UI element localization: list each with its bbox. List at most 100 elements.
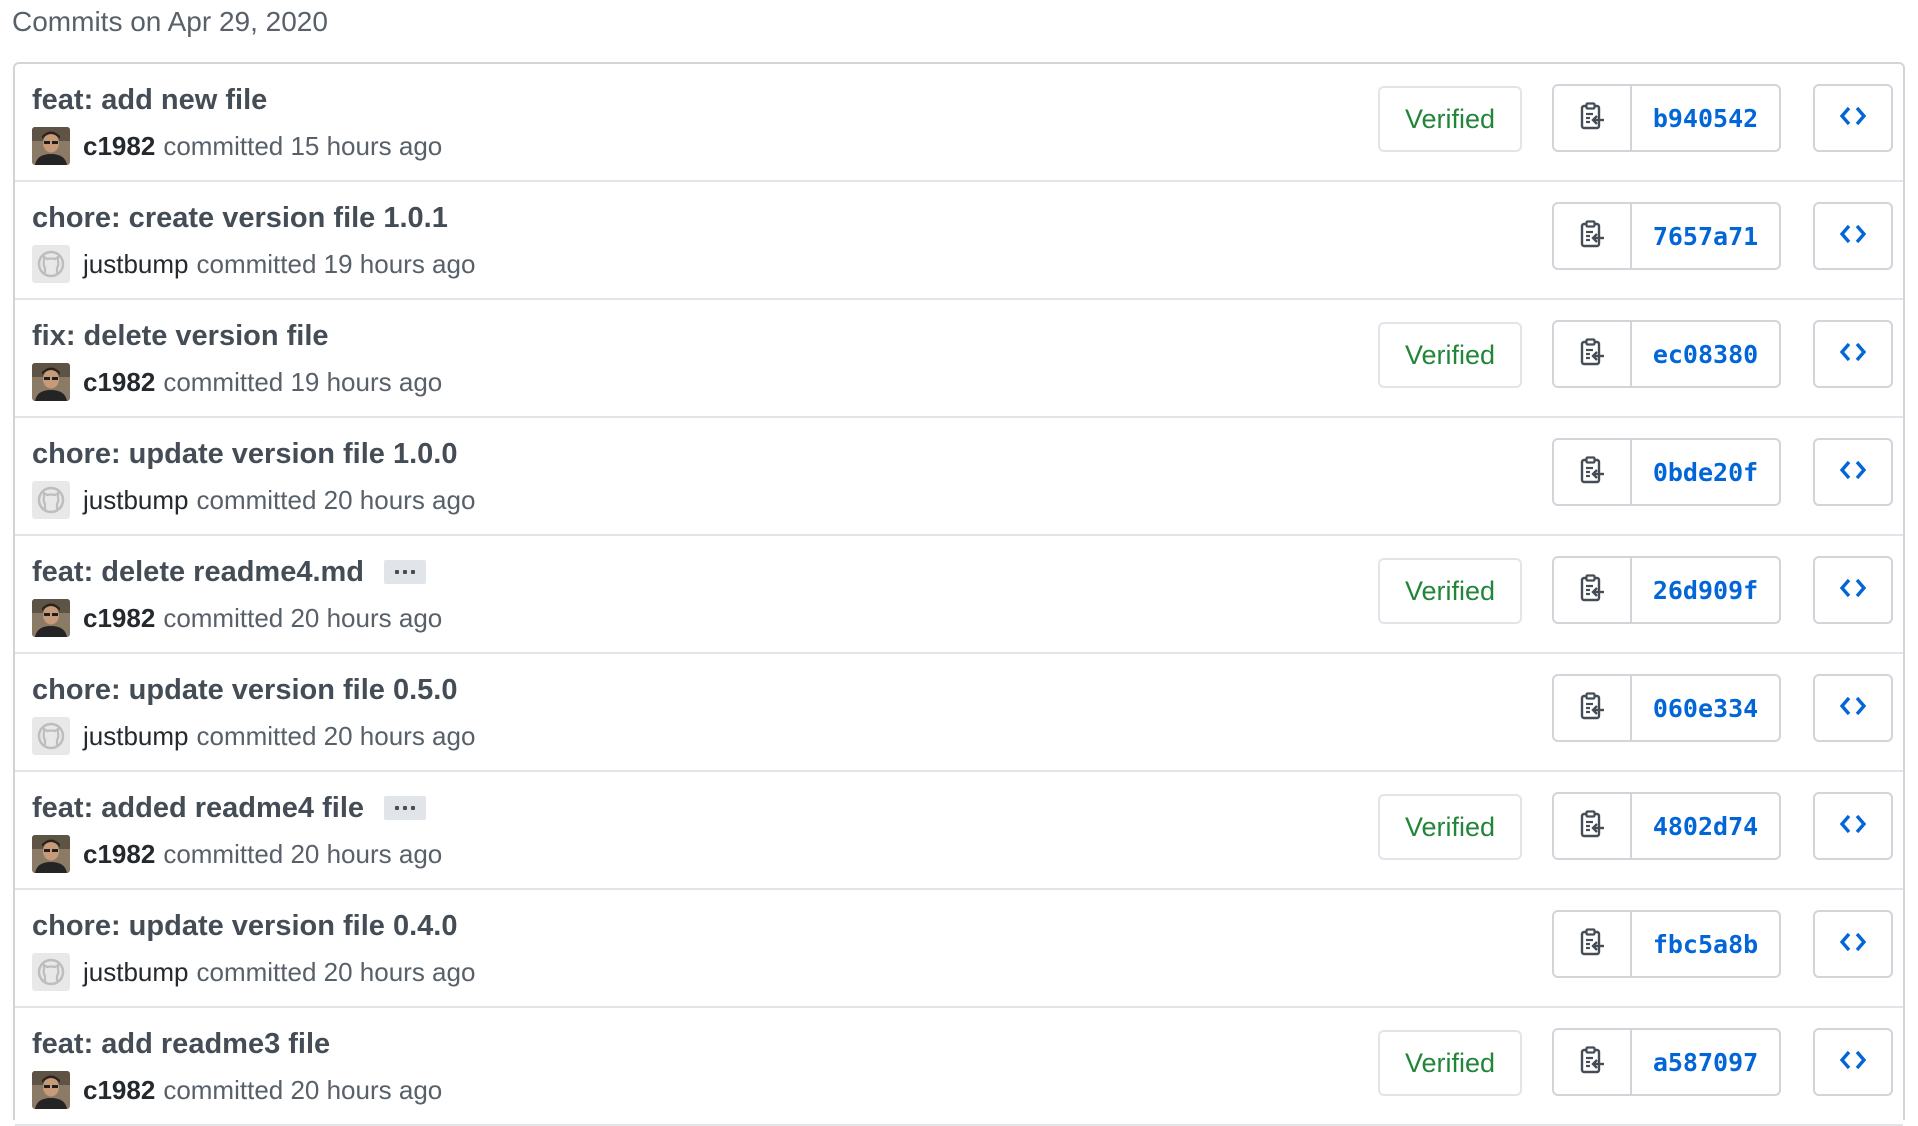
- c1982-photo-avatar[interactable]: [32, 363, 70, 401]
- commit-sha-link[interactable]: fbc5a8b: [1632, 912, 1779, 976]
- browse-repository-button[interactable]: [1813, 320, 1893, 388]
- commit-sha-link[interactable]: 26d909f: [1632, 558, 1779, 622]
- code-brackets-icon: [1839, 459, 1867, 486]
- author-link[interactable]: c1982: [83, 603, 155, 634]
- copy-sha-button[interactable]: [1554, 912, 1632, 976]
- ellipsis-dot: [403, 806, 407, 810]
- commit-row-ec08380: fix: delete version file c1982 committed…: [15, 300, 1903, 418]
- sha-button-group: b940542: [1552, 84, 1781, 152]
- ellipsis-dot: [403, 570, 408, 574]
- browse-repository-button[interactable]: [1813, 1028, 1893, 1096]
- copy-sha-button[interactable]: [1554, 204, 1632, 268]
- author-link[interactable]: justbump: [83, 957, 189, 988]
- github-default-avatar-image: [32, 481, 70, 519]
- github-default-avatar[interactable]: [32, 717, 70, 755]
- commit-title-group: feat: add new file: [32, 82, 267, 118]
- commit-meta: c1982 committed 20 hours ago: [32, 1070, 442, 1110]
- commit-title-link[interactable]: feat: add readme3 file: [32, 1026, 330, 1062]
- verified-badge[interactable]: Verified: [1378, 1030, 1522, 1096]
- commit-title-link[interactable]: chore: update version file 0.4.0: [32, 908, 457, 944]
- commit-time: committed 19 hours ago: [196, 248, 476, 279]
- commit-title-group: chore: update version file 0.4.0: [32, 908, 457, 944]
- commit-meta: justbump committed 19 hours ago: [32, 244, 475, 284]
- commit-title-link[interactable]: fix: delete version file: [32, 318, 329, 354]
- commit-title-link[interactable]: chore: create version file 1.0.1: [32, 200, 448, 236]
- commit-sha-link[interactable]: 060e334: [1632, 676, 1779, 740]
- commit-sha-link[interactable]: 7657a71: [1632, 204, 1779, 268]
- copy-sha-button[interactable]: [1554, 440, 1632, 504]
- browse-repository-button[interactable]: [1813, 556, 1893, 624]
- author-link[interactable]: justbump: [83, 721, 189, 752]
- github-default-avatar-image: [32, 245, 70, 283]
- commit-title-group: fix: delete version file: [32, 318, 329, 354]
- commit-title-group: chore: update version file 1.0.0: [32, 436, 457, 472]
- commit-title-link[interactable]: chore: update version file 1.0.0: [32, 436, 457, 472]
- sha-button-group: fbc5a8b: [1552, 910, 1781, 978]
- verified-badge[interactable]: Verified: [1378, 322, 1522, 388]
- c1982-photo-avatar[interactable]: [32, 599, 70, 637]
- commit-sha-link[interactable]: 0bde20f: [1632, 440, 1779, 504]
- clipboard-copy-icon: [1578, 337, 1606, 372]
- author-link[interactable]: c1982: [83, 131, 155, 162]
- clipboard-copy-icon: [1578, 101, 1606, 136]
- commit-row-26d909f: feat: delete readme4.md c1982 committed …: [15, 536, 1903, 654]
- browse-repository-button[interactable]: [1813, 202, 1893, 270]
- copy-sha-button[interactable]: [1554, 794, 1632, 858]
- clipboard-copy-icon: [1578, 927, 1606, 962]
- commit-title-link[interactable]: feat: added readme4 file: [32, 790, 364, 826]
- author-link[interactable]: c1982: [83, 1075, 155, 1106]
- commit-title-group: chore: update version file 0.5.0: [32, 672, 457, 708]
- github-default-avatar[interactable]: [32, 481, 70, 519]
- commit-title-group: chore: create version file 1.0.1: [32, 200, 448, 236]
- clipboard-copy-icon: [1578, 219, 1606, 254]
- c1982-photo-avatar-image: [32, 363, 70, 401]
- author-link[interactable]: justbump: [83, 485, 189, 516]
- commit-row-a587097: feat: add readme3 file c1982 committed 2…: [15, 1008, 1903, 1126]
- c1982-photo-avatar[interactable]: [32, 835, 70, 873]
- sha-button-group: a587097: [1552, 1028, 1781, 1096]
- c1982-photo-avatar[interactable]: [32, 1071, 70, 1109]
- commit-title-link[interactable]: chore: update version file 0.5.0: [32, 672, 457, 708]
- copy-sha-button[interactable]: [1554, 558, 1632, 622]
- clipboard-copy-icon: [1578, 809, 1606, 844]
- ellipsis-dot: [395, 806, 399, 810]
- browse-repository-button[interactable]: [1813, 910, 1893, 978]
- commit-title-link[interactable]: feat: delete readme4.md: [32, 554, 364, 590]
- commit-title-group: feat: added readme4 file: [32, 790, 426, 826]
- commit-title-group: feat: add readme3 file: [32, 1026, 330, 1062]
- commit-sha-link[interactable]: b940542: [1632, 86, 1779, 150]
- verified-badge[interactable]: Verified: [1378, 86, 1522, 152]
- commit-meta: c1982 committed 20 hours ago: [32, 834, 442, 874]
- sha-button-group: 060e334: [1552, 674, 1781, 742]
- author-link[interactable]: c1982: [83, 839, 155, 870]
- expand-commit-message-button[interactable]: [384, 560, 427, 584]
- author-link[interactable]: c1982: [83, 367, 155, 398]
- copy-sha-button[interactable]: [1554, 1030, 1632, 1094]
- browse-repository-button[interactable]: [1813, 674, 1893, 742]
- browse-repository-button[interactable]: [1813, 792, 1893, 860]
- copy-sha-button[interactable]: [1554, 322, 1632, 386]
- commit-title-link[interactable]: feat: add new file: [32, 82, 267, 118]
- commit-row-060e334: chore: update version file 0.5.0 justbum…: [15, 654, 1903, 772]
- copy-sha-button[interactable]: [1554, 676, 1632, 740]
- commit-sha-link[interactable]: ec08380: [1632, 322, 1779, 386]
- author-link[interactable]: justbump: [83, 249, 189, 280]
- c1982-photo-avatar-image: [32, 1071, 70, 1109]
- commit-meta: c1982 committed 20 hours ago: [32, 598, 442, 638]
- commit-time: committed 20 hours ago: [163, 602, 443, 633]
- expand-commit-message-button[interactable]: [384, 796, 426, 820]
- commit-time: committed 20 hours ago: [163, 838, 443, 869]
- ellipsis-dot: [411, 570, 416, 574]
- verified-badge[interactable]: Verified: [1378, 794, 1522, 860]
- browse-repository-button[interactable]: [1813, 438, 1893, 506]
- browse-repository-button[interactable]: [1813, 84, 1893, 152]
- ellipsis-dot: [411, 806, 415, 810]
- commit-row-0bde20f: chore: update version file 1.0.0 justbum…: [15, 418, 1903, 536]
- c1982-photo-avatar[interactable]: [32, 127, 70, 165]
- copy-sha-button[interactable]: [1554, 86, 1632, 150]
- verified-badge[interactable]: Verified: [1378, 558, 1522, 624]
- github-default-avatar[interactable]: [32, 953, 70, 991]
- commit-sha-link[interactable]: 4802d74: [1632, 794, 1779, 858]
- commit-sha-link[interactable]: a587097: [1632, 1030, 1779, 1094]
- github-default-avatar[interactable]: [32, 245, 70, 283]
